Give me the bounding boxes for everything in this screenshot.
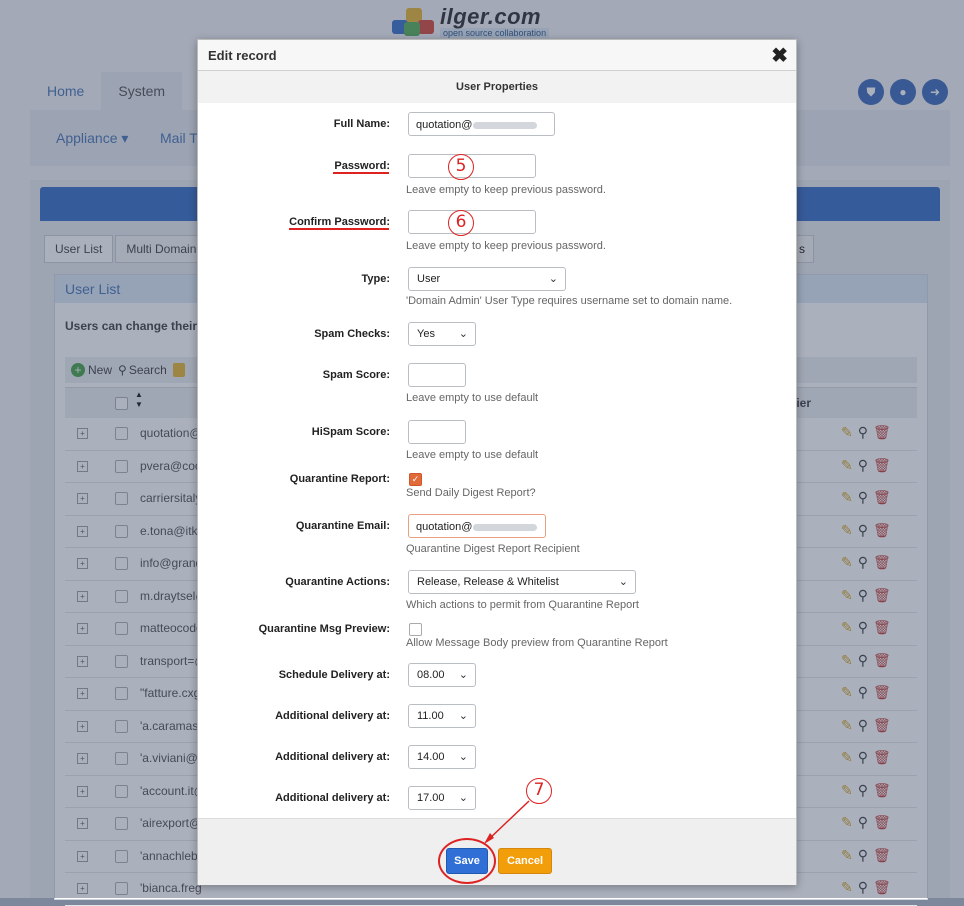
annotation-arrow (484, 800, 530, 844)
